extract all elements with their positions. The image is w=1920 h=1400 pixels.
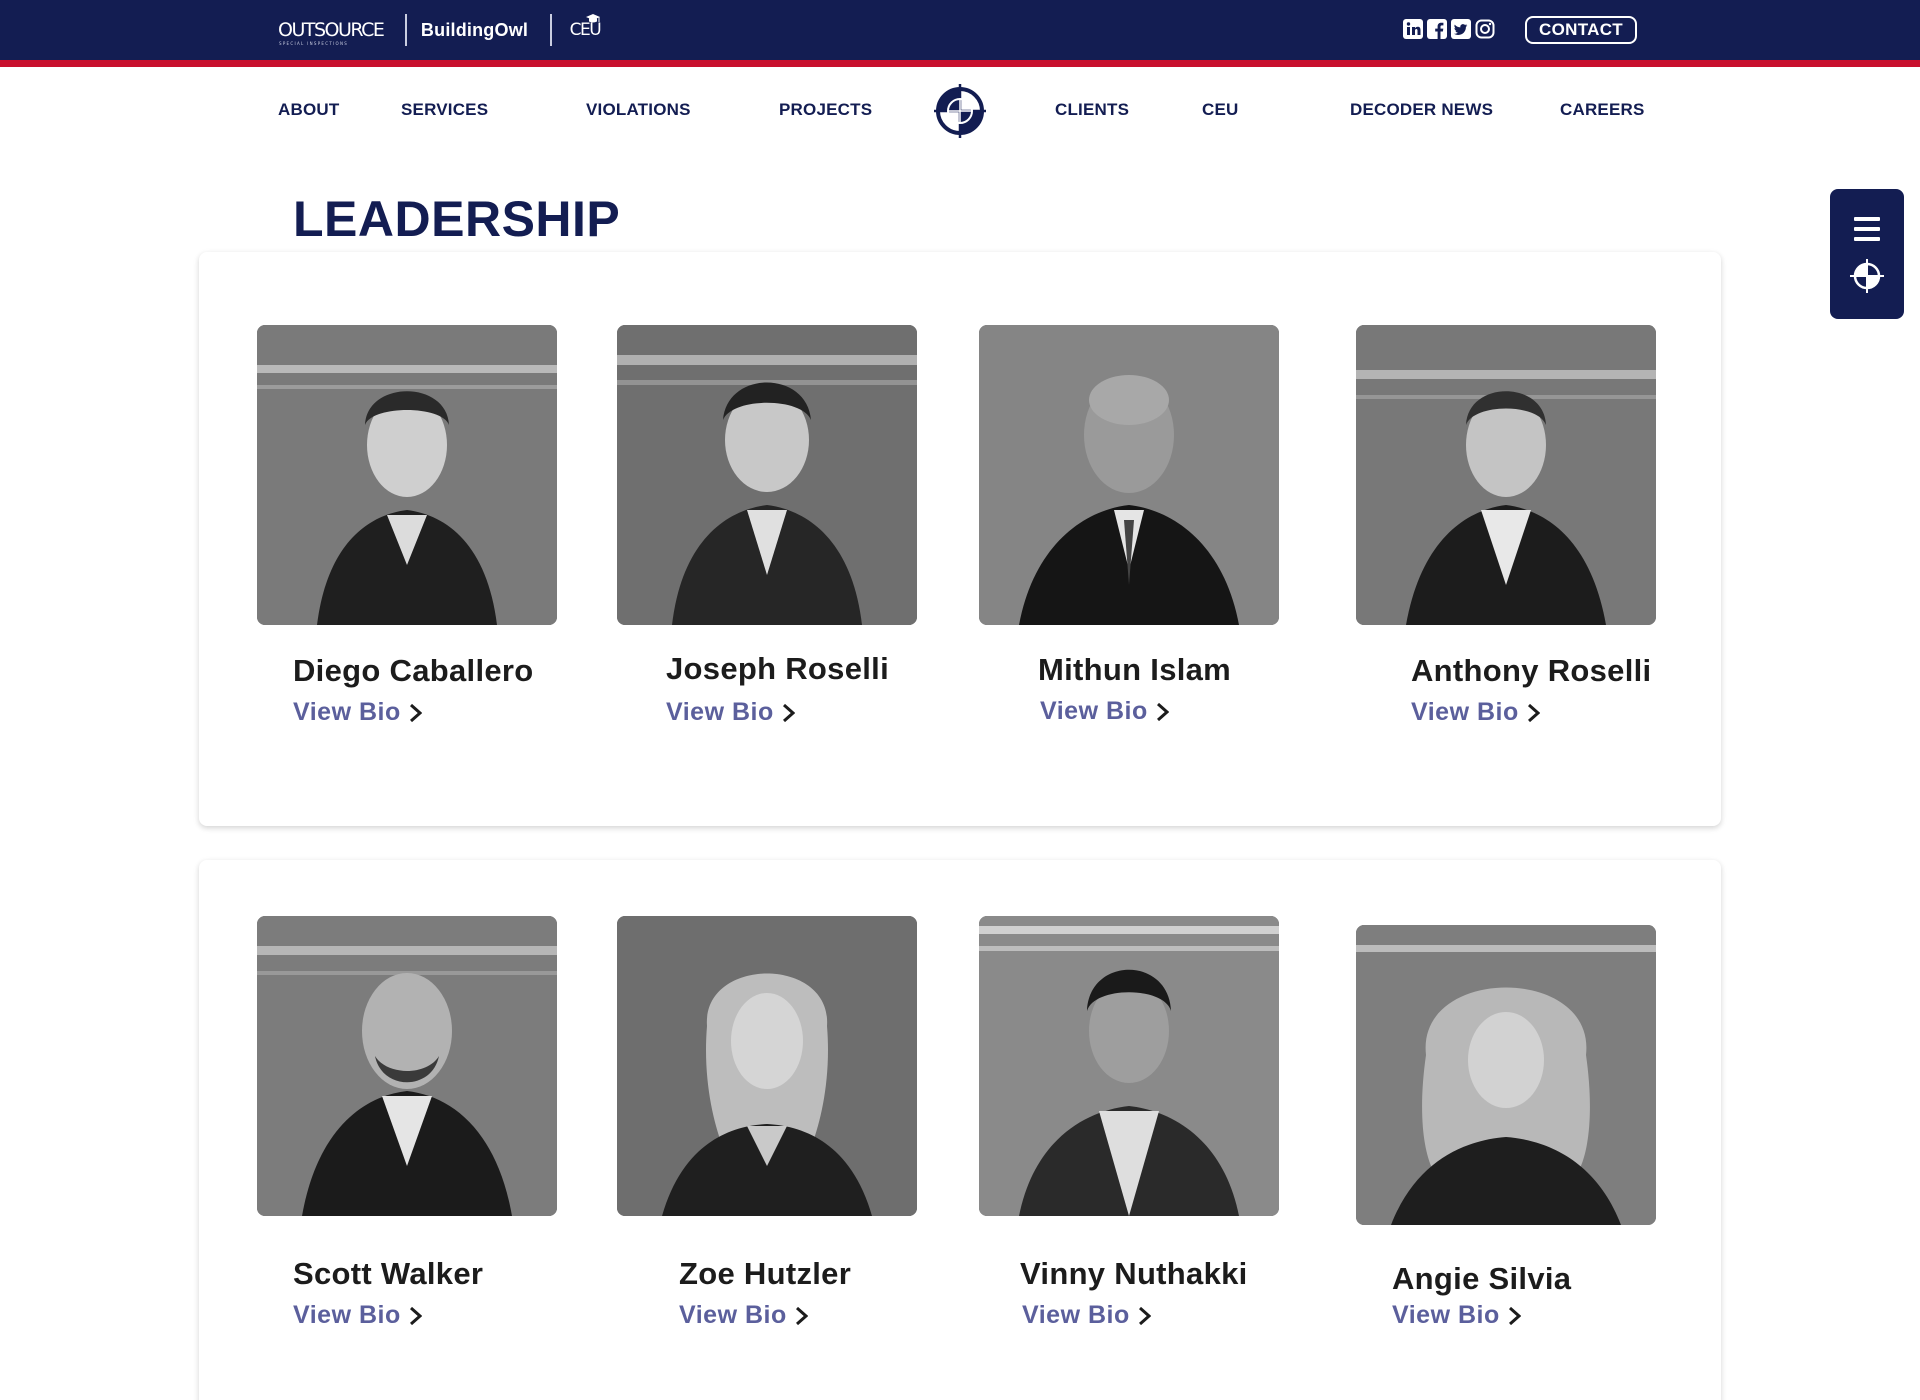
brand-divider [550, 14, 552, 46]
leader-name: Angie Silvia [1392, 1261, 1572, 1296]
nav-violations[interactable]: VIOLATIONS [586, 100, 691, 120]
graduation-cap-icon [585, 14, 600, 23]
nav-services[interactable]: SERVICES [401, 100, 488, 120]
nav-careers[interactable]: CAREERS [1560, 100, 1645, 120]
leader-name: Scott Walker [293, 1256, 484, 1291]
side-quick-menu [1830, 189, 1904, 319]
linkedin-icon[interactable] [1402, 18, 1423, 39]
leader-photo[interactable] [257, 916, 557, 1216]
view-bio-label: View Bio [1040, 697, 1148, 725]
chevron-right-icon [409, 703, 422, 722]
twitter-icon[interactable] [1450, 18, 1471, 39]
top-bar-red-stripe [0, 60, 1920, 67]
view-bio-link[interactable]: View Bio [1392, 1301, 1521, 1330]
leader-photo[interactable] [979, 325, 1279, 625]
view-bio-label: View Bio [679, 1301, 787, 1329]
chevron-right-icon [1138, 1306, 1151, 1325]
view-bio-label: View Bio [666, 698, 774, 726]
view-bio-link[interactable]: View Bio [679, 1301, 808, 1330]
crosshair-icon[interactable] [1850, 259, 1884, 293]
view-bio-link[interactable]: View Bio [1040, 697, 1169, 726]
leader-photo[interactable] [617, 325, 917, 625]
nav-clients[interactable]: CLIENTS [1055, 100, 1129, 120]
chevron-right-icon [1156, 702, 1169, 721]
buildingowl-logo[interactable]: BuildingOwl [421, 20, 528, 41]
view-bio-label: View Bio [1411, 698, 1519, 726]
facebook-icon[interactable] [1426, 18, 1447, 39]
view-bio-label: View Bio [1392, 1301, 1500, 1329]
view-bio-link[interactable]: View Bio [293, 698, 422, 727]
leader-photo[interactable] [1356, 325, 1656, 625]
ceu-logo[interactable]: CEU [570, 14, 602, 40]
brand-row: OUTSOURCE SPECIAL INSPECTIONS BuildingOw… [278, 14, 602, 46]
contact-button[interactable]: CONTACT [1525, 16, 1637, 44]
outsource-logo-subtitle: SPECIAL INSPECTIONS [279, 41, 349, 46]
view-bio-link[interactable]: View Bio [666, 698, 795, 727]
leader-name: Vinny Nuthakki [1020, 1256, 1248, 1291]
leader-photo[interactable] [1356, 925, 1656, 1225]
leader-name: Joseph Roselli [666, 651, 889, 686]
view-bio-link[interactable]: View Bio [293, 1301, 422, 1330]
social-links [1402, 18, 1495, 39]
leader-photo[interactable] [257, 325, 557, 625]
view-bio-label: View Bio [1022, 1301, 1130, 1329]
chevron-right-icon [409, 1306, 422, 1325]
outsource-logo-text: OUTSOURCE [278, 19, 385, 41]
nav-decoder-news[interactable]: DECODER NEWS [1350, 100, 1493, 120]
brand-divider [405, 14, 407, 46]
leader-photo[interactable] [979, 916, 1279, 1216]
view-bio-link[interactable]: View Bio [1022, 1301, 1151, 1330]
chevron-right-icon [782, 703, 795, 722]
top-bar: OUTSOURCE SPECIAL INSPECTIONS BuildingOw… [0, 0, 1920, 60]
page-title: LEADERSHIP [293, 191, 621, 247]
chevron-right-icon [1527, 703, 1540, 722]
chevron-right-icon [795, 1306, 808, 1325]
leader-name: Mithun Islam [1038, 652, 1232, 687]
view-bio-label: View Bio [293, 1301, 401, 1329]
nav-projects[interactable]: PROJECTS [779, 100, 872, 120]
chevron-right-icon [1508, 1306, 1521, 1325]
leader-photo[interactable] [617, 916, 917, 1216]
menu-icon[interactable] [1854, 217, 1880, 241]
outsource-logo[interactable]: OUTSOURCE SPECIAL INSPECTIONS [278, 19, 385, 46]
crosshair-logo-icon[interactable] [934, 84, 986, 138]
instagram-icon[interactable] [1474, 18, 1495, 39]
leader-name: Zoe Hutzler [679, 1256, 852, 1291]
view-bio-link[interactable]: View Bio [1411, 698, 1540, 727]
leader-name: Anthony Roselli [1411, 653, 1652, 688]
nav-about[interactable]: ABOUT [278, 100, 339, 120]
leader-name: Diego Caballero [293, 653, 534, 688]
nav-ceu[interactable]: CEU [1202, 100, 1239, 120]
view-bio-label: View Bio [293, 698, 401, 726]
